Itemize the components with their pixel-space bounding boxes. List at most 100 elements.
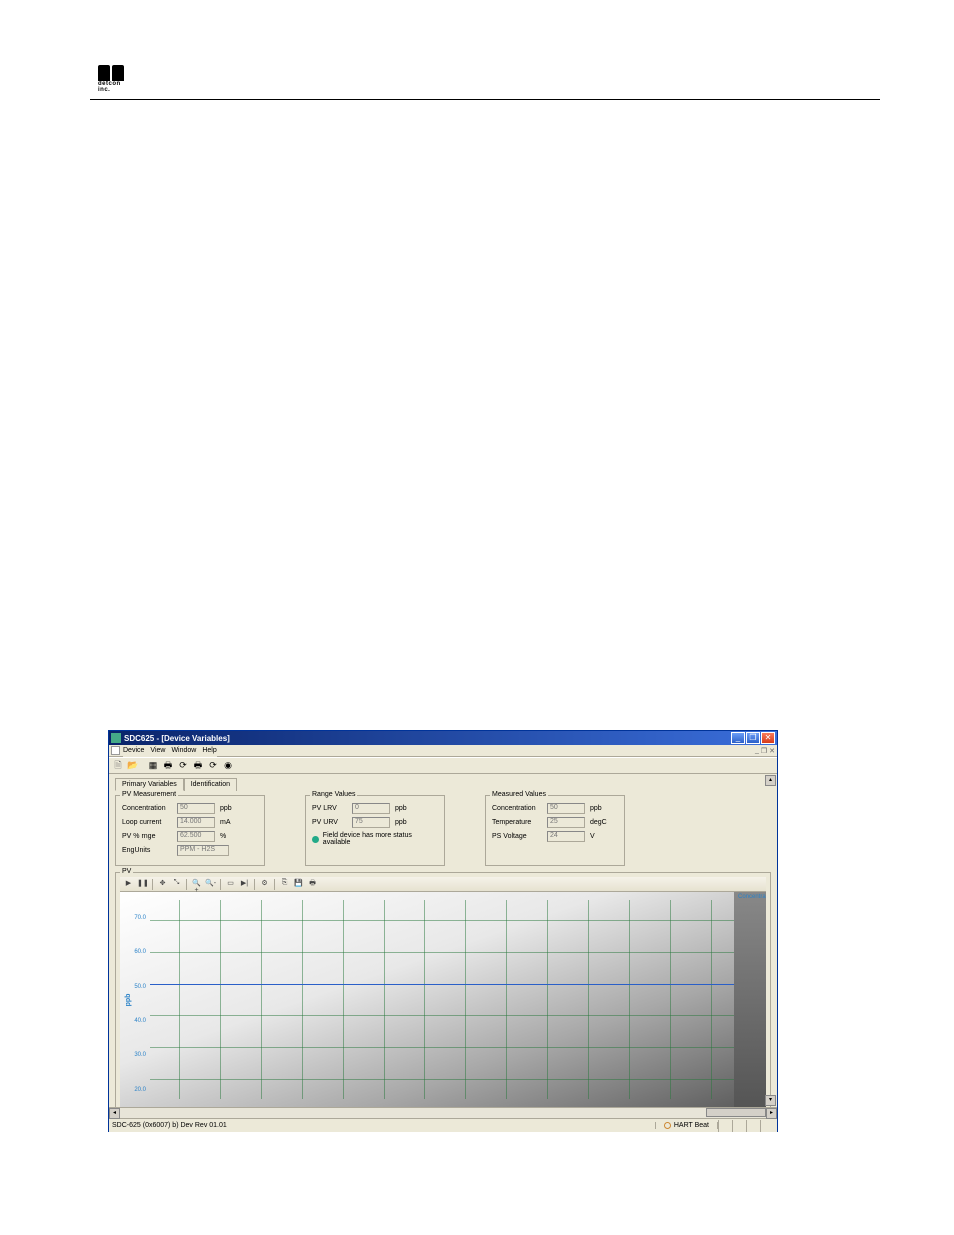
chart-toolbar: ▶ ❚❚ ✥ ⤡ 🔍+ 🔍- ▭ ▶| ⚙ ⎘ 💾 🖶 (120, 877, 766, 892)
close-button[interactable]: ✕ (761, 732, 775, 744)
tab-primary-variables[interactable]: Primary Variables (115, 778, 184, 791)
status-cell-3 (746, 1120, 760, 1132)
page-logo: detcon inc. (98, 65, 126, 87)
temperature-unit: degC (590, 819, 610, 826)
toolbar-icon-4[interactable]: ⟳ (206, 759, 220, 773)
pv-measurement-legend: PV Measurement (120, 791, 178, 798)
app-icon (111, 733, 121, 743)
open-icon[interactable]: 📂 (126, 759, 140, 773)
pv-lrv-field[interactable]: 0 (352, 803, 390, 814)
measured-values-legend: Measured Values (490, 791, 548, 798)
chart-grid (150, 900, 734, 1099)
y-axis-label: ppb (125, 993, 132, 1006)
zoom-out-icon[interactable]: 🔍- (205, 879, 216, 890)
concentration-unit: ppb (220, 805, 240, 812)
mdi-close-icon[interactable]: ✕ (769, 747, 775, 755)
fit-icon[interactable]: ▭ (225, 879, 236, 890)
menu-device[interactable]: Device (123, 747, 144, 754)
status-cell-1 (718, 1120, 732, 1132)
main-toolbar: 🗎 📂 ▦ 🖶 ⟳ 🖶 ⟳ ◉ (109, 757, 777, 774)
engunits-label: EngUnits (122, 847, 177, 854)
pause-icon[interactable]: ❚❚ (137, 879, 148, 890)
play-icon[interactable]: ▶ (123, 879, 134, 890)
temperature-field[interactable]: 25 (547, 817, 585, 828)
chart-plot-area[interactable]: ppb 70.0 60.0 50.0 40.0 30.0 20.0 (120, 892, 734, 1107)
mv-concentration-label: Concentration (492, 805, 547, 812)
y-tick-70: 70.0 (134, 915, 146, 921)
hart-beat-indicator: HART Beat (655, 1122, 718, 1129)
mdi-restore-icon[interactable]: ❐ (761, 747, 767, 755)
menu-window[interactable]: Window (171, 747, 196, 754)
print-icon[interactable]: 🖶 (161, 759, 175, 773)
concentration-field[interactable]: 50 (177, 803, 215, 814)
scroll-up-button[interactable]: ▴ (765, 775, 776, 786)
chart-print-icon[interactable]: 🖶 (307, 879, 318, 890)
concentration-label: Concentration (122, 805, 177, 812)
chart-data-line (150, 984, 734, 985)
menu-view[interactable]: View (150, 747, 165, 754)
copy-icon[interactable]: ⎘ (279, 879, 290, 890)
app-window: SDC625 - [Device Variables] _ ❐ ✕ Device… (108, 730, 778, 1132)
scroll-thumb[interactable] (706, 1108, 766, 1117)
range-values-legend: Range Values (310, 791, 357, 798)
legend-series-label: Concentra (738, 894, 766, 900)
toolbar-icon-5[interactable]: ◉ (221, 759, 235, 773)
skip-end-icon[interactable]: ▶| (239, 879, 250, 890)
status-left-text: SDC-625 (0x6007) b) Dev Rev 01.01 (112, 1122, 655, 1129)
save-icon[interactable]: 💾 (293, 879, 304, 890)
toolbar-icon-2[interactable]: ⟳ (176, 759, 190, 773)
ps-voltage-label: PS Voltage (492, 833, 547, 840)
loop-current-unit: mA (220, 819, 240, 826)
loop-current-label: Loop current (122, 819, 177, 826)
toolbar-icon-1[interactable]: ▦ (146, 759, 160, 773)
pv-range-field[interactable]: 62.500 (177, 831, 215, 842)
header-divider (90, 99, 880, 100)
zoom-in-icon[interactable]: 🔍+ (191, 879, 202, 890)
pv-measurement-group: PV Measurement Concentration 50 ppb Loop… (115, 795, 265, 866)
measured-values-group: Measured Values Concentration 50 ppb Tem… (485, 795, 625, 866)
ps-voltage-field[interactable]: 24 (547, 831, 585, 842)
pv-urv-label: PV URV (312, 819, 352, 826)
titlebar: SDC625 - [Device Variables] _ ❐ ✕ (109, 731, 777, 745)
logo-text: detcon inc. (98, 81, 126, 93)
menu-help[interactable]: Help (202, 747, 216, 754)
tab-identification[interactable]: Identification (184, 778, 237, 791)
minimize-button[interactable]: _ (731, 732, 745, 744)
hart-beat-label: HART Beat (674, 1122, 709, 1129)
scroll-down-button[interactable]: ▾ (765, 1095, 776, 1106)
temperature-label: Temperature (492, 819, 547, 826)
window-title: SDC625 - [Device Variables] (124, 734, 731, 743)
cursor-icon[interactable]: ⤡ (171, 879, 182, 890)
mv-concentration-field[interactable]: 50 (547, 803, 585, 814)
toolbar-icon-3[interactable]: 🖶 (191, 759, 205, 773)
chart-body: ppb 70.0 60.0 50.0 40.0 30.0 20.0 (120, 892, 766, 1107)
mdi-minimize-icon[interactable]: _ (755, 747, 759, 755)
hart-beat-icon (664, 1122, 671, 1129)
new-icon[interactable]: 🗎 (111, 759, 125, 773)
y-tick-40: 40.0 (134, 1018, 146, 1024)
scroll-right-button[interactable]: ▸ (766, 1108, 777, 1119)
pv-urv-field[interactable]: 75 (352, 817, 390, 828)
pv-urv-unit: ppb (395, 819, 415, 826)
pv-range-unit: % (220, 833, 240, 840)
scroll-left-button[interactable]: ◂ (109, 1108, 120, 1119)
ps-voltage-unit: V (590, 833, 610, 840)
horizontal-scrollbar[interactable]: ◂ ▸ (109, 1107, 777, 1118)
status-indicator-icon (312, 836, 319, 843)
engunits-field[interactable]: PPM - H2S (177, 845, 229, 856)
pv-lrv-label: PV LRV (312, 805, 352, 812)
status-text: Field device has more status available (323, 832, 438, 846)
mdi-child-icon (111, 746, 120, 755)
status-cell-2 (732, 1120, 746, 1132)
y-tick-60: 60.0 (134, 949, 146, 955)
settings-icon[interactable]: ⚙ (259, 879, 270, 890)
chart-legend: PV (120, 868, 133, 875)
range-values-group: Range Values PV LRV 0 ppb PV URV 75 ppb … (305, 795, 445, 866)
pv-range-label: PV % rnge (122, 833, 177, 840)
tab-strip: Primary Variables Identification (115, 778, 771, 791)
y-tick-30: 30.0 (134, 1052, 146, 1058)
maximize-button[interactable]: ❐ (746, 732, 760, 744)
chart-legend-box: Concentra (734, 892, 766, 1107)
loop-current-field[interactable]: 14.000 (177, 817, 215, 828)
move-icon[interactable]: ✥ (157, 879, 168, 890)
